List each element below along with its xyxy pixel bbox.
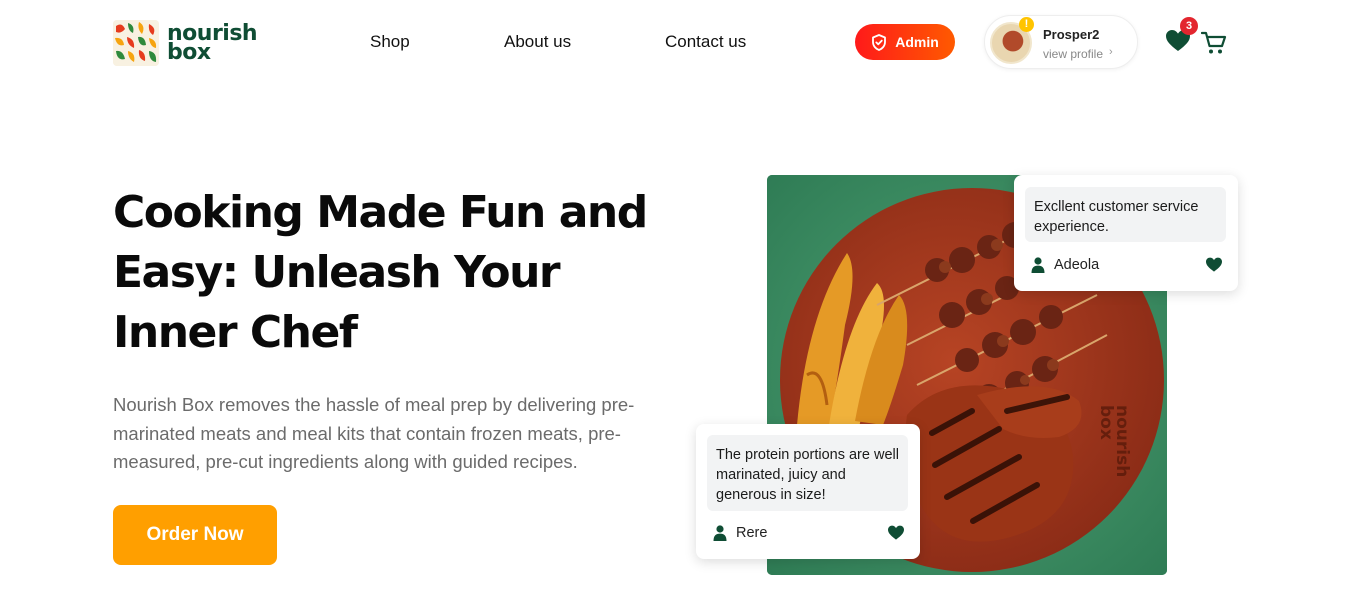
- review-card: Excllent customer service experience. Ad…: [1014, 175, 1238, 291]
- shield-icon: [872, 33, 887, 51]
- chevron-right-icon: ›: [1109, 46, 1113, 58]
- nav-link-contact[interactable]: Contact us: [665, 32, 746, 52]
- alert-badge: !: [1019, 17, 1034, 32]
- review-like-button[interactable]: [887, 525, 905, 541]
- admin-button[interactable]: Admin: [855, 24, 955, 60]
- review-author-name: Rere: [736, 525, 768, 541]
- heart-icon: [1206, 257, 1222, 272]
- cart-icon: [1200, 31, 1227, 54]
- review-card: The protein portions are well marinated,…: [696, 424, 920, 559]
- view-profile-link[interactable]: view profile: [1043, 47, 1103, 61]
- logo-mark-icon: [113, 20, 159, 66]
- logo-wordmark: nourish box: [167, 23, 258, 64]
- order-now-button[interactable]: Order Now: [113, 505, 277, 565]
- hero-title: Cooking Made Fun and Easy: Unleash Your …: [113, 187, 648, 358]
- review-author: Adeola: [1031, 257, 1099, 273]
- hero-description: Nourish Box removes the hassle of meal p…: [113, 394, 635, 472]
- profile-name: Prosper2: [1043, 27, 1100, 42]
- board-brand-line-2: box: [1096, 405, 1116, 440]
- cart-button[interactable]: [1200, 30, 1227, 56]
- nav-link-about[interactable]: About us: [504, 32, 571, 52]
- heart-icon: [888, 525, 904, 540]
- admin-button-label: Admin: [895, 34, 939, 50]
- user-icon: [1031, 257, 1045, 273]
- review-quote: Excllent customer service experience.: [1025, 187, 1226, 242]
- profile-button[interactable]: ! Prosper2 view profile ›: [984, 15, 1138, 69]
- top-navbar: nourish box Shop About us Contact us Adm…: [0, 0, 1345, 84]
- user-icon: [713, 525, 727, 541]
- brand-logo[interactable]: nourish box: [113, 20, 258, 66]
- review-quote: The protein portions are well marinated,…: [707, 435, 908, 511]
- favorites-count-badge: 3: [1180, 17, 1198, 35]
- review-like-button[interactable]: [1205, 257, 1223, 273]
- review-author: Rere: [713, 525, 767, 541]
- review-author-name: Adeola: [1054, 257, 1100, 273]
- nav-link-shop[interactable]: Shop: [370, 32, 410, 52]
